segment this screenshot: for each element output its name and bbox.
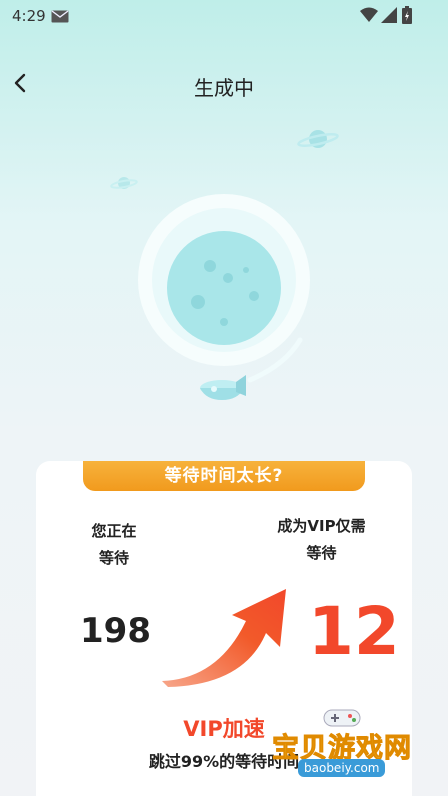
small-planet-icon	[297, 130, 339, 148]
signal-icon	[381, 7, 397, 23]
waiting-label-line2: 等待	[98, 549, 129, 567]
vip-label-line2: 等待	[306, 544, 337, 562]
status-time: 4:29	[12, 7, 46, 25]
header: 生成中	[0, 58, 448, 110]
vip-label-line1: 成为VIP仅需	[277, 517, 366, 535]
wifi-icon	[360, 7, 378, 22]
card-banner: 等待时间太长?	[83, 461, 365, 491]
page-title: 生成中	[194, 76, 254, 100]
rocket-icon	[200, 375, 246, 400]
status-bar: 4:29	[0, 0, 448, 34]
vip-count: 12	[308, 593, 400, 670]
moon-illustration	[138, 194, 310, 400]
mail-icon	[51, 10, 69, 23]
waiting-label: 您正在 等待	[74, 518, 154, 572]
vip-label: 成为VIP仅需 等待	[254, 513, 389, 567]
up-arrow-icon	[162, 589, 286, 687]
waiting-label-line1: 您正在	[91, 522, 137, 540]
battery-icon	[402, 6, 412, 24]
wait-count: 198	[80, 611, 151, 651]
watermark: 宝贝游戏网 baobeiy.com	[272, 706, 422, 786]
watermark-url: baobeiy.com	[298, 759, 386, 777]
